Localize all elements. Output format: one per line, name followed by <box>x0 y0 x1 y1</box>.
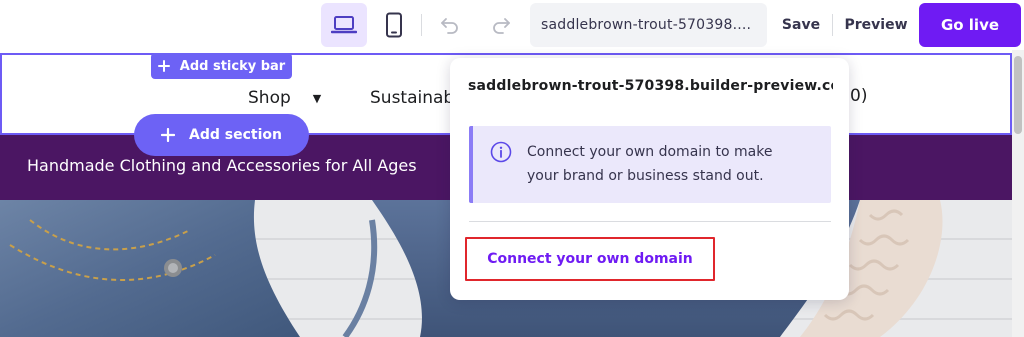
info-message: Connect your own domain to make your bra… <box>527 140 817 188</box>
page-scrollbar[interactable] <box>1012 50 1024 337</box>
cart-count[interactable]: 0) <box>850 86 867 106</box>
nav-item-shop[interactable]: Shop ▼ <box>248 88 321 108</box>
info-line: Connect your own domain to make <box>527 144 773 160</box>
nav-item-sustainability[interactable]: Sustainab <box>370 88 454 108</box>
plus-icon <box>157 60 170 72</box>
scrollbar-thumb[interactable] <box>1014 56 1022 134</box>
top-toolbar: saddlebrown-trout-570398.... Save Previe… <box>0 0 1024 50</box>
laptop-icon <box>331 16 357 34</box>
smartphone-icon <box>386 12 402 38</box>
add-section-button[interactable]: Add section <box>134 114 309 156</box>
add-section-label: Add section <box>189 127 282 143</box>
undo-button[interactable] <box>433 8 467 42</box>
domain-popover: saddlebrown-trout-570398.builder-preview… <box>450 58 849 300</box>
desktop-view-button[interactable] <box>321 3 367 47</box>
redo-icon <box>493 18 510 34</box>
redo-button[interactable] <box>484 8 518 42</box>
info-icon <box>490 141 512 163</box>
info-line: your brand or business stand out. <box>527 168 764 184</box>
save-button[interactable]: Save <box>775 3 827 47</box>
hero-tagline: Handmade Clothing and Accessories for Al… <box>27 156 417 175</box>
preview-button[interactable]: Preview <box>838 3 914 47</box>
mobile-view-button[interactable] <box>371 3 417 47</box>
info-callout: Connect your own domain to make your bra… <box>469 126 831 203</box>
preview-domain-url: saddlebrown-trout-570398.builder-preview… <box>468 78 833 94</box>
plus-icon <box>161 128 176 142</box>
site-domain-field[interactable]: saddlebrown-trout-570398.... <box>530 3 767 47</box>
caret-down-icon: ▼ <box>312 91 322 105</box>
add-sticky-bar-button[interactable]: Add sticky bar <box>151 53 292 79</box>
nav-item-label: Shop <box>248 88 291 108</box>
toolbar-divider <box>421 14 422 36</box>
undo-icon <box>441 18 458 34</box>
go-live-button[interactable]: Go live <box>919 3 1021 47</box>
toolbar-divider <box>832 14 833 36</box>
add-sticky-bar-label: Add sticky bar <box>179 58 286 74</box>
connect-domain-button[interactable]: Connect your own domain <box>465 237 715 281</box>
popover-divider <box>469 221 831 222</box>
